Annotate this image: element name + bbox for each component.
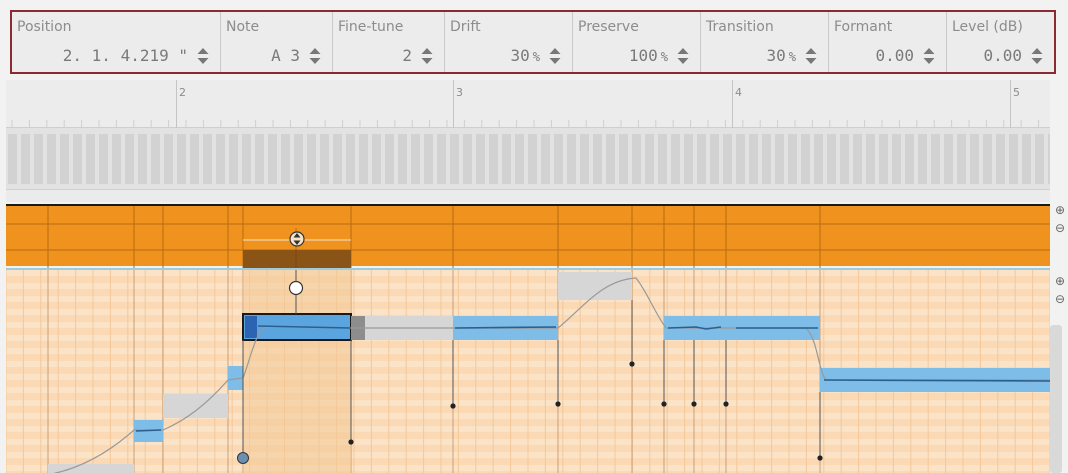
note-value[interactable]: A 3	[271, 46, 300, 65]
pitch-drag-handle-icon[interactable]	[288, 230, 306, 248]
param-preserve[interactable]: Preserve 100%	[572, 12, 700, 72]
note-blobs	[48, 270, 1050, 473]
up-down-arrows-icon[interactable]	[420, 46, 434, 66]
level-value[interactable]: 0.00	[983, 46, 1022, 65]
up-down-arrows-icon[interactable]	[804, 46, 818, 66]
transition-label: Transition	[706, 19, 774, 35]
note-label: Note	[226, 19, 260, 35]
param-formant[interactable]: Formant 0.00	[828, 12, 946, 72]
param-finetune[interactable]: Fine-tune 2	[332, 12, 444, 72]
zoom-in-icon[interactable]: ⊕	[1054, 275, 1066, 287]
finetune-value[interactable]: 2	[402, 46, 412, 65]
overview-lane-graphics	[6, 206, 1050, 268]
note-editor: 2 3 4 5	[6, 80, 1057, 473]
position-value[interactable]: 2. 1. 4.219 "	[63, 46, 188, 65]
up-down-arrows-icon[interactable]	[196, 46, 210, 66]
param-transition[interactable]: Transition 30%	[700, 12, 828, 72]
formant-value[interactable]: 0.00	[875, 46, 914, 65]
param-position[interactable]: Position 2. 1. 4.219 "	[12, 12, 220, 72]
parameter-bar: Position 2. 1. 4.219 " Note A 3 Fine-tun…	[10, 10, 1056, 74]
note-original	[163, 394, 228, 418]
finetune-label: Fine-tune	[338, 19, 404, 35]
overview-lane[interactable]	[6, 204, 1050, 268]
preserve-label: Preserve	[578, 19, 639, 35]
up-down-arrows-icon[interactable]	[676, 46, 690, 66]
drift-value[interactable]: 30%	[511, 46, 541, 65]
ruler-ticks	[11, 120, 1040, 128]
anchor-handle-icon[interactable]	[288, 280, 304, 296]
preserve-value[interactable]: 100%	[629, 46, 668, 65]
up-down-arrows-icon[interactable]	[1030, 46, 1044, 66]
zoom-out-icon[interactable]: ⊖	[1054, 222, 1066, 234]
formant-label: Formant	[834, 19, 893, 35]
up-down-arrows-icon[interactable]	[922, 46, 936, 66]
zoom-out-icon[interactable]: ⊖	[1054, 293, 1066, 305]
param-note[interactable]: Note A 3	[220, 12, 332, 72]
anchor-handle-icon[interactable]	[236, 451, 250, 465]
param-level[interactable]: Level (dB) 0.00	[946, 12, 1054, 72]
zoom-in-icon[interactable]: ⊕	[1054, 204, 1066, 216]
level-label: Level (dB)	[952, 19, 1023, 35]
drift-label: Drift	[450, 19, 481, 35]
position-label: Position	[17, 19, 72, 35]
up-down-arrows-icon[interactable]	[548, 46, 562, 66]
lane-divider	[6, 190, 1050, 202]
waveform-strip[interactable]	[6, 128, 1057, 190]
up-down-arrows-icon[interactable]	[308, 46, 322, 66]
transition-value[interactable]: 30%	[767, 46, 797, 65]
timeline-ruler[interactable]: 2 3 4 5	[6, 80, 1050, 128]
param-drift[interactable]: Drift 30%	[444, 12, 572, 72]
vertical-scrollbar[interactable]	[1050, 325, 1062, 473]
pitch-grid[interactable]	[6, 268, 1050, 473]
waveform-bars	[8, 134, 1057, 184]
